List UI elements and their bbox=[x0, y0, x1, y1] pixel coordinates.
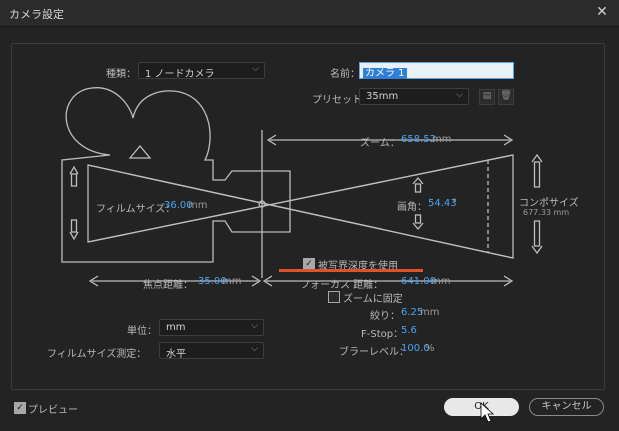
film-arrow-up-shaft bbox=[70, 173, 78, 187]
save-preset-icon[interactable]: ▤ bbox=[479, 89, 495, 105]
aperture-label: 絞り： bbox=[370, 311, 400, 322]
aperture-unit: mm bbox=[420, 307, 440, 318]
chevron-down-icon: ⌵ bbox=[456, 90, 463, 100]
blur-level-unit: % bbox=[425, 343, 435, 354]
focus-distance-label: フォーカス 距離： bbox=[300, 280, 384, 291]
chevron-down-icon: ⌵ bbox=[251, 344, 258, 354]
focus-distance-unit: mm bbox=[431, 276, 451, 287]
units-select[interactable]: mm ⌵ bbox=[159, 319, 264, 336]
film-size-unit: mm bbox=[188, 200, 208, 211]
preset-select[interactable]: 35mm ⌵ bbox=[359, 88, 469, 105]
comp-arrow-down-shaft bbox=[533, 220, 541, 247]
angle-arrow-down-shaft bbox=[414, 214, 422, 224]
blur-level-label: ブラーレベル： bbox=[339, 347, 409, 358]
ok-button[interactable]: OK bbox=[444, 398, 519, 416]
film-arrow-down bbox=[69, 231, 79, 241]
zoom-value[interactable]: 658.52 bbox=[401, 134, 436, 145]
zoom-label: ズーム： bbox=[360, 138, 400, 149]
measure-film-value: 水平 bbox=[166, 349, 186, 360]
comp-arrow-down bbox=[531, 245, 543, 255]
lock-zoom-checkbox[interactable] bbox=[328, 291, 340, 303]
measure-film-label: フィルムサイズ測定： bbox=[47, 349, 147, 360]
comp-size-label: コンポサイズ bbox=[519, 198, 579, 209]
camera-name-input[interactable]: カメラ 1 bbox=[359, 62, 514, 79]
preset-value: 35mm bbox=[366, 91, 399, 102]
camera-top-triangle bbox=[128, 144, 152, 159]
focal-length-unit: mm bbox=[222, 276, 242, 287]
fstop-value[interactable]: 5.6 bbox=[401, 325, 417, 336]
film-arrow-up bbox=[69, 165, 79, 175]
cancel-button[interactable]: キャンセル bbox=[529, 398, 604, 416]
camera-type-label: 種類： bbox=[106, 69, 136, 80]
comp-size-value: 677.33 mm bbox=[523, 208, 570, 217]
angle-arrow-down bbox=[412, 222, 424, 231]
fstop-label: F-Stop： bbox=[361, 329, 404, 340]
preview-label: プレビュー bbox=[28, 405, 78, 416]
lock-zoom-label: ズームに固定 bbox=[343, 294, 403, 305]
comp-arrow-up-shaft bbox=[533, 161, 541, 188]
trash-icon[interactable]: 🗑 bbox=[498, 89, 514, 105]
angle-arrow-up bbox=[412, 176, 424, 185]
camera-type-value: 1 ノードカメラ bbox=[145, 69, 215, 80]
focal-length-label: 焦点距離： bbox=[143, 280, 193, 291]
camera-type-select[interactable]: 1 ノードカメラ ⌵ bbox=[138, 62, 265, 80]
chevron-down-icon: ⌵ bbox=[252, 64, 259, 74]
comp-arrow-up bbox=[531, 153, 543, 163]
angle-unit: ° bbox=[452, 198, 457, 209]
units-value: mm bbox=[166, 322, 186, 333]
angle-arrow-up-shaft bbox=[414, 183, 422, 193]
angle-label: 画角： bbox=[397, 202, 427, 213]
measure-film-select[interactable]: 水平 ⌵ bbox=[159, 342, 264, 360]
units-label: 単位： bbox=[127, 326, 157, 337]
zoom-unit: mm bbox=[432, 134, 452, 145]
camera-body-outline bbox=[61, 87, 291, 263]
chevron-down-icon: ⌵ bbox=[251, 321, 258, 331]
film-arrow-down-shaft bbox=[70, 219, 78, 233]
name-label: 名前： bbox=[330, 69, 360, 80]
highlight-underline bbox=[279, 269, 423, 272]
camera-name-selected-text: カメラ 1 bbox=[363, 68, 407, 79]
preview-checkbox[interactable]: ✓ bbox=[14, 402, 26, 414]
